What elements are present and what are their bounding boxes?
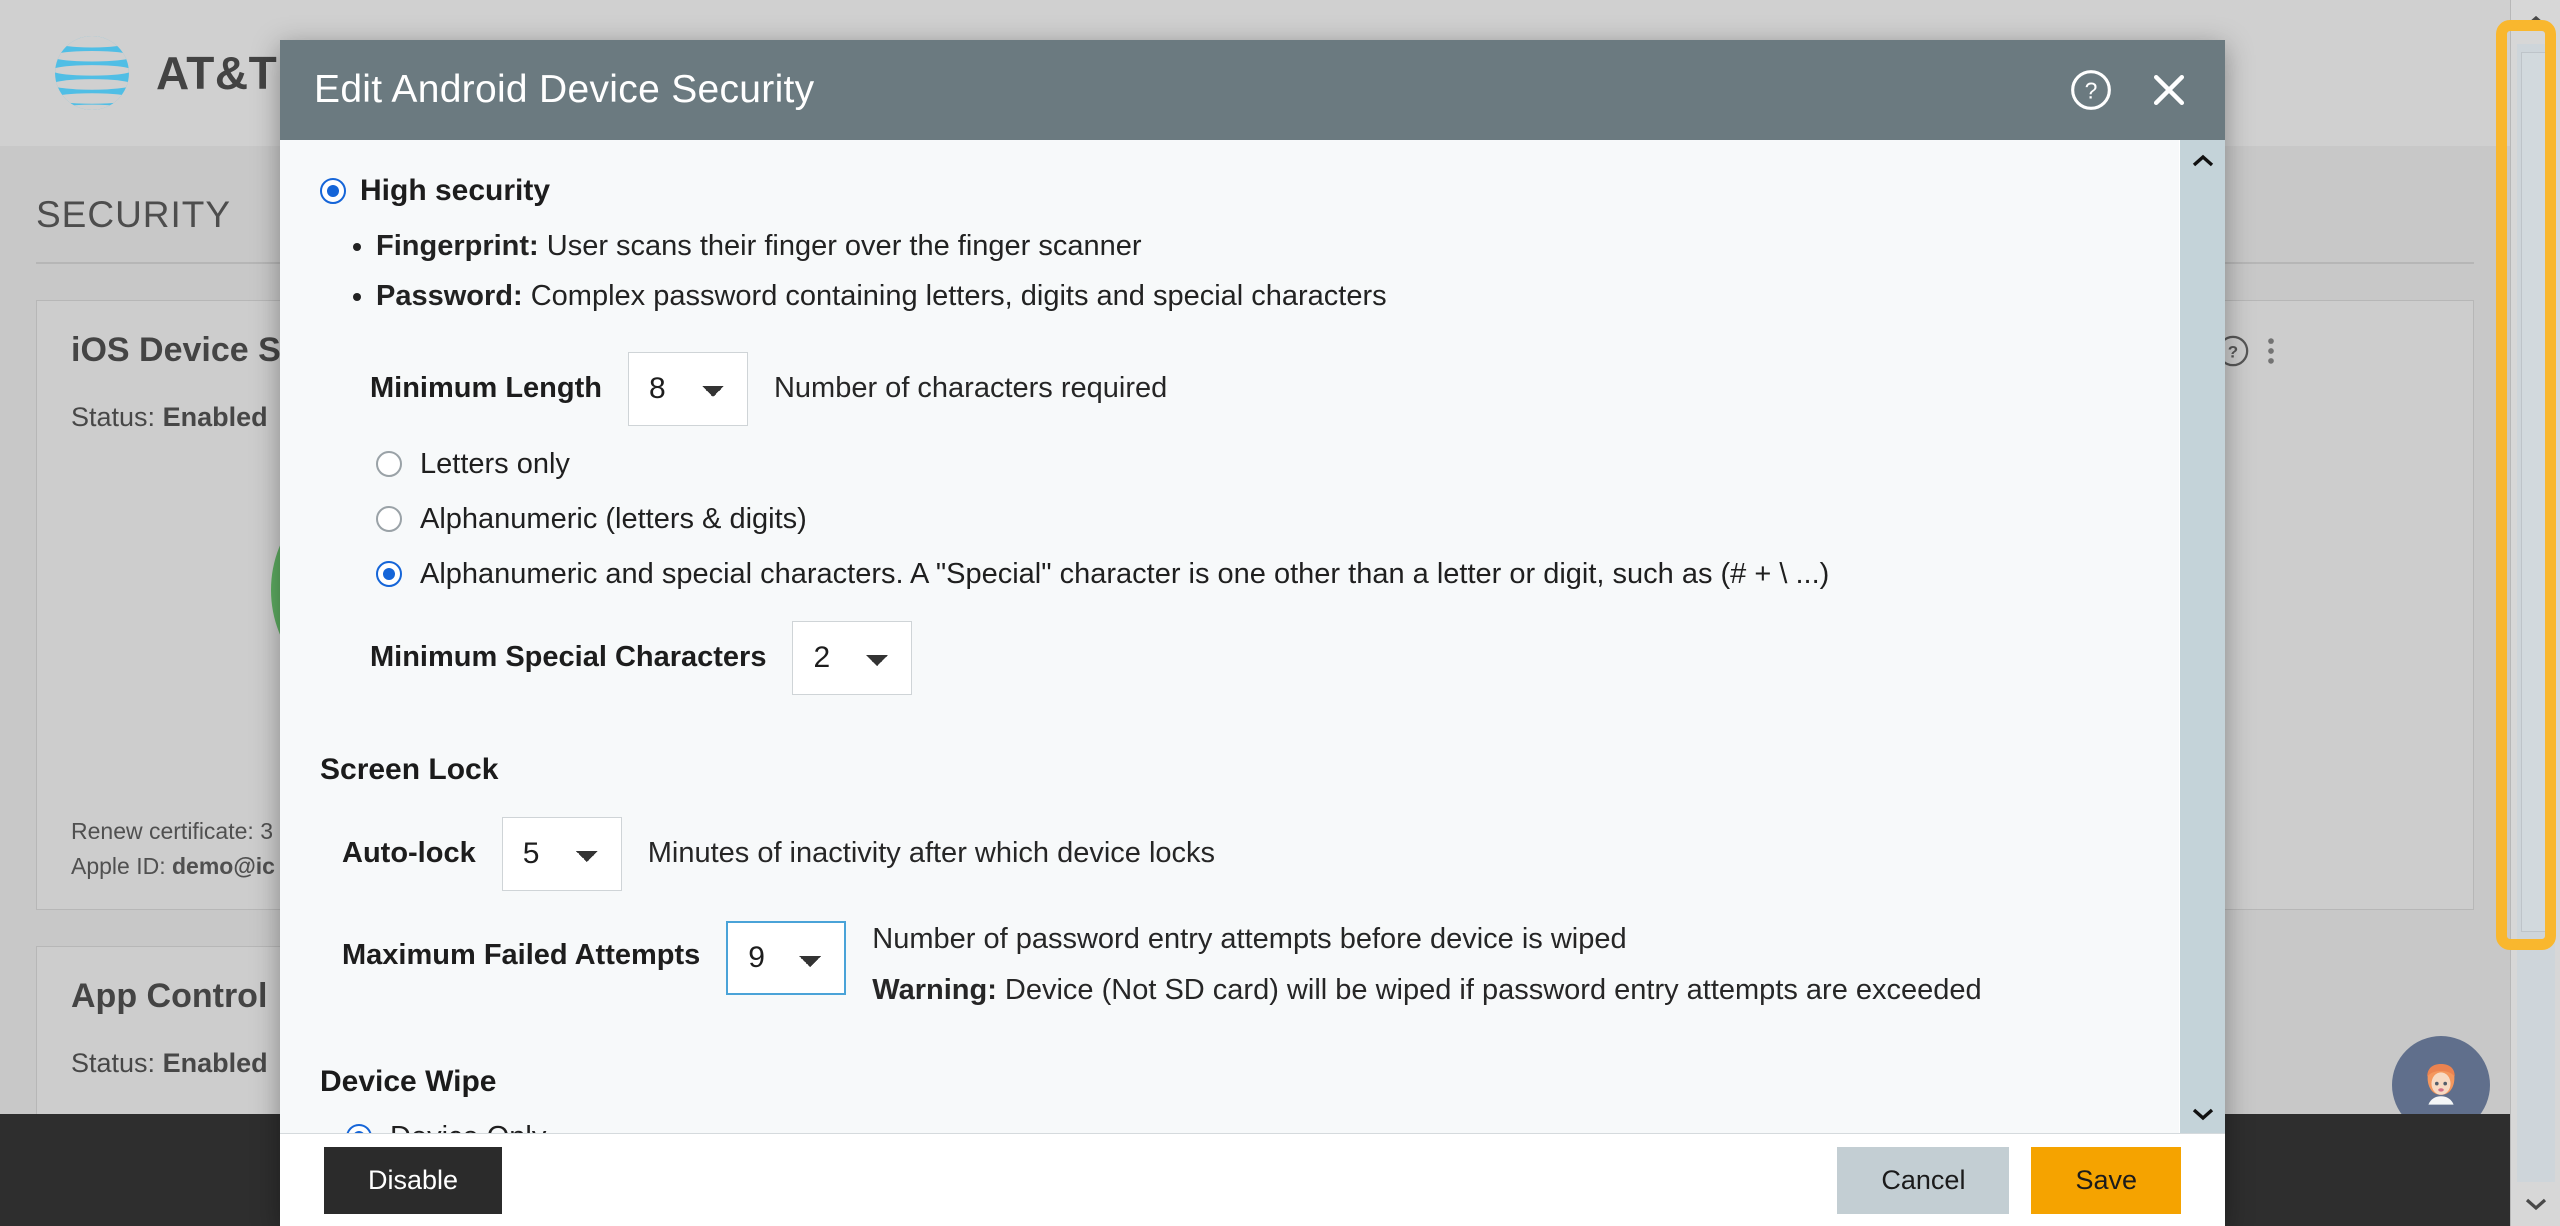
max-failed-row: Maximum Failed Attempts 345678910 Number… xyxy=(342,920,2139,1007)
auto-lock-label: Auto-lock xyxy=(342,837,476,870)
minimum-length-label: Minimum Length xyxy=(370,372,602,405)
password-type-label: Alphanumeric and special characters. A "… xyxy=(420,557,1830,590)
minimum-length-select[interactable]: 456789101112 xyxy=(627,351,748,426)
minimum-special-label: Minimum Special Characters xyxy=(370,641,767,674)
screen-lock-heading: Screen Lock xyxy=(320,752,499,786)
device-wipe-label: Device Only xyxy=(390,1121,546,1133)
security-level-high[interactable]: High security xyxy=(320,174,2139,208)
bullet-password: Password: Complex password containing le… xyxy=(376,272,2139,322)
security-level-bullets: Fingerprint: User scans their finger ove… xyxy=(376,222,2139,322)
radio-alphanumeric[interactable] xyxy=(376,506,402,533)
bullet-term: Password: xyxy=(376,279,523,312)
chevron-down-icon[interactable] xyxy=(2180,1093,2225,1133)
max-failed-hint: Number of password entry attempts before… xyxy=(872,922,1627,955)
modal-header-actions: ? xyxy=(2069,68,2191,112)
modal-title: Edit Android Device Security xyxy=(314,68,815,111)
save-button[interactable]: Save xyxy=(2031,1146,2181,1214)
modal-body-container: High security Fingerprint: User scans th… xyxy=(280,140,2225,1134)
edit-android-device-security-dialog: Edit Android Device Security ? High secu… xyxy=(280,40,2225,1226)
max-failed-warning: Warning: Device (Not SD card) will be wi… xyxy=(872,974,1981,1007)
device-wipe-heading: Device Wipe xyxy=(320,1064,497,1098)
security-level-label: High security xyxy=(360,174,551,207)
radio-high-security[interactable] xyxy=(320,178,346,204)
auto-lock-row: Auto-lock 125101530 Minutes of inactivit… xyxy=(342,816,2139,891)
max-failed-select[interactable]: 345678910 xyxy=(726,920,847,995)
cancel-button[interactable]: Cancel xyxy=(1837,1146,2010,1214)
password-type-option-alphanumeric[interactable]: Alphanumeric (letters & digits) xyxy=(376,503,2139,536)
bullet-term: Fingerprint: xyxy=(376,230,539,262)
modal-body: High security Fingerprint: User scans th… xyxy=(280,140,2179,1133)
minimum-special-row: Minimum Special Characters 12345 xyxy=(370,620,2139,695)
bullet-text: Complex password containing letters, dig… xyxy=(522,279,1387,312)
radio-letters-only[interactable] xyxy=(376,451,402,478)
device-wipe-option-device-only[interactable]: Device Only xyxy=(346,1121,2139,1133)
minimum-length-hint: Number of characters required xyxy=(773,372,1168,405)
warning-term: Warning: xyxy=(872,973,997,1006)
password-type-option-alphanumeric-special[interactable]: Alphanumeric and special characters. A "… xyxy=(376,558,2139,591)
password-type-option-letters-only[interactable]: Letters only xyxy=(376,448,2139,481)
password-type-label: Alphanumeric (letters & digits) xyxy=(420,502,807,535)
modal-footer: Disable Cancel Save xyxy=(280,1134,2225,1226)
minimum-length-row: Minimum Length 456789101112 Number of ch… xyxy=(370,351,2139,426)
auto-lock-select[interactable]: 125101530 xyxy=(501,816,622,891)
modal-header: Edit Android Device Security ? xyxy=(280,40,2225,140)
modal-scrollbar[interactable] xyxy=(2179,140,2225,1133)
help-circle-icon[interactable]: ? xyxy=(2069,68,2113,112)
bullet-text: User scans their finger over the finger … xyxy=(538,230,1142,262)
password-type-group: Letters only Alphanumeric (letters & dig… xyxy=(376,448,2139,591)
warning-text: Device (Not SD card) will be wiped if pa… xyxy=(996,973,1982,1006)
password-type-label: Letters only xyxy=(420,447,570,480)
minimum-special-select[interactable]: 12345 xyxy=(792,620,913,695)
radio-device-only[interactable] xyxy=(346,1124,372,1133)
chevron-up-icon[interactable] xyxy=(2180,140,2225,180)
close-x-icon[interactable] xyxy=(2147,68,2191,112)
disable-button[interactable]: Disable xyxy=(324,1146,503,1214)
max-failed-label: Maximum Failed Attempts xyxy=(342,938,701,971)
radio-alphanumeric-special[interactable] xyxy=(376,561,402,588)
svg-text:?: ? xyxy=(2085,77,2098,103)
auto-lock-hint: Minutes of inactivity after which device… xyxy=(647,837,1216,870)
device-wipe-group: Device Only Device & SD Card ? xyxy=(346,1121,2139,1133)
bullet-fingerprint: Fingerprint: User scans their finger ove… xyxy=(376,222,2139,272)
